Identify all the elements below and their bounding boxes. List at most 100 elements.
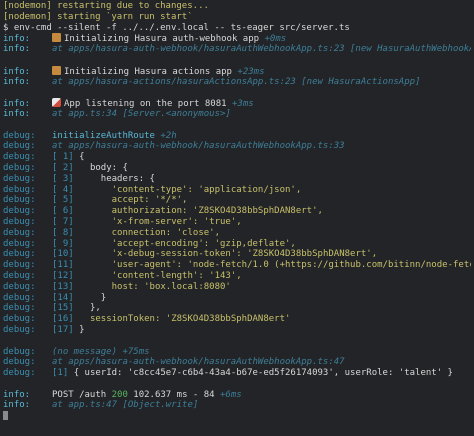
log-level: debug: bbox=[3, 152, 36, 163]
log-entry: info: App listening on the port 8081 +3ms bbox=[3, 98, 471, 109]
debug-payload-line: debug: [10] 'x-debug-session-token': 'Z8S… bbox=[3, 249, 471, 260]
payload-text: 'content-length': '143', bbox=[79, 270, 242, 281]
debug-payload-line: debug: [14] } bbox=[3, 293, 471, 304]
log-level: debug: bbox=[3, 173, 36, 184]
log-message: (no message) bbox=[52, 346, 118, 357]
debug-payload-line: debug: [ 5] accept: '*/*', bbox=[3, 195, 471, 206]
log-level: debug: bbox=[3, 238, 36, 249]
log-level: debug: bbox=[3, 260, 36, 271]
line-index: [ 7] bbox=[52, 216, 74, 227]
log-level: debug: bbox=[3, 227, 36, 238]
line-index: [ 4] bbox=[52, 184, 74, 195]
payload-text: 'content-type': 'application/json', bbox=[79, 184, 302, 195]
debug-payload-line: debug: [16] sessionToken: 'Z8SKO4D38bbSph… bbox=[3, 314, 471, 325]
log-level: debug: bbox=[3, 368, 36, 379]
log-message: Initializing Hasura actions app bbox=[64, 66, 232, 77]
line-index: [ 9] bbox=[52, 238, 74, 249]
payload-text: { bbox=[79, 152, 85, 163]
log-message: App listening on the port 8081 bbox=[64, 99, 227, 109]
log-level: debug: bbox=[3, 357, 36, 368]
log-level: info: bbox=[3, 389, 31, 400]
log-location-line: debug: at apps/hasura-auth-webhook/hasura… bbox=[3, 357, 471, 368]
log-level: debug: bbox=[3, 303, 36, 314]
log-entry: debug: (no message) +75ms bbox=[3, 347, 471, 358]
request-method-path: POST /auth bbox=[52, 389, 107, 400]
nodemon-starting-line: [nodemon] starting `yarn run start` bbox=[3, 11, 193, 22]
log-level: debug: bbox=[3, 130, 36, 141]
log-level: debug: bbox=[3, 206, 36, 217]
line-index: [ 1] bbox=[52, 152, 74, 163]
payload-text: authorization: 'Z8SKO4D38bbSphDAN8ert', bbox=[79, 206, 323, 217]
payload-text: 'accept-encoding': 'gzip,deflate', bbox=[79, 238, 296, 249]
log-level: debug: bbox=[3, 184, 36, 195]
payload-text: 'x-debug-session-token': 'Z8SKO4D38bbSph… bbox=[79, 249, 378, 260]
line-index: [16] bbox=[52, 314, 74, 325]
log-level: debug: bbox=[3, 195, 36, 206]
log-level: info: bbox=[3, 108, 31, 119]
line-index: [10] bbox=[52, 249, 74, 260]
debug-payload-line: debug: [13] host: 'box.local:8080' bbox=[3, 282, 471, 293]
debug-payload: debug: [ 1] { debug: [ 2] body: {debug: [ 3]… bbox=[3, 152, 471, 336]
command-line: $ env-cmd --silent -f ../../.env.local -… bbox=[3, 22, 350, 33]
status-code: 200 bbox=[111, 389, 128, 400]
package-icon bbox=[52, 33, 61, 43]
line-index: [11] bbox=[52, 260, 74, 271]
payload-text: 'user-agent': 'node-fetch/1.0 (+https://… bbox=[79, 260, 471, 271]
payload-text: headers: { bbox=[79, 173, 155, 184]
log-location-line: debug: at apps/hasura-auth-webhook/hasura… bbox=[3, 141, 471, 152]
line-index: [13] bbox=[52, 281, 74, 292]
log-level: debug: bbox=[3, 216, 36, 227]
debug-payload-line: debug: [1] { userId: 'c8cc45e7-c6b4-43a4-… bbox=[3, 368, 471, 379]
debug-payload-line: debug: [11] 'user-agent': 'node-fetch/1.0… bbox=[3, 260, 471, 271]
log-message: Initializing Hasura auth-webhook app bbox=[64, 34, 260, 45]
log-location: at apps/hasura-auth-webhook/hasuraAuthWe… bbox=[52, 44, 471, 55]
debug-payload-line: debug: [ 2] body: { bbox=[3, 163, 471, 174]
log-location-line: info: at app.ts:47 [Object.write] bbox=[3, 400, 471, 411]
payload-text: body: { bbox=[79, 162, 128, 173]
prompt-line[interactable] bbox=[3, 411, 471, 422]
cursor-caret bbox=[3, 411, 8, 421]
terminal-window[interactable]: [nodemon] restarting due to changes... [… bbox=[0, 0, 474, 436]
debug-payload-line: debug: [12] 'content-length': '143', bbox=[3, 271, 471, 282]
line-index: [15] bbox=[52, 303, 74, 314]
log-entry: debug: initializeAuthRoute +2h bbox=[3, 131, 471, 142]
debug-payload-line: debug: [15] }, bbox=[3, 303, 471, 314]
debug-payload-line: debug: [ 1] { bbox=[3, 152, 471, 163]
line-index: [14] bbox=[52, 292, 74, 303]
debug-payload-line: debug: [ 4] 'content-type': 'application/… bbox=[3, 185, 471, 196]
log-level: debug: bbox=[3, 314, 36, 325]
debug-payload-line: debug: [ 6] authorization: 'Z8SKO4D38bbSp… bbox=[3, 206, 471, 217]
debug-payload-line: debug: [ 8] connection: 'close', bbox=[3, 228, 471, 239]
line-index: [ 6] bbox=[52, 206, 74, 217]
log-level: debug: bbox=[3, 346, 36, 357]
payload-text: sessionToken: 'Z8SKO4D38bbSphDAN8ert' bbox=[79, 314, 291, 325]
package-icon bbox=[52, 65, 61, 75]
debug-payload-line: debug: [ 9] 'accept-encoding': 'gzip,defl… bbox=[3, 239, 471, 250]
log-location: at app.ts:47 [Object.write] bbox=[52, 400, 199, 411]
log-level: debug: bbox=[3, 281, 36, 292]
line-index: [12] bbox=[52, 270, 74, 281]
debug-payload-line: debug: [ 3] headers: { bbox=[3, 174, 471, 185]
log-level: info: bbox=[3, 44, 31, 55]
payload-text: } bbox=[79, 292, 107, 303]
log-level: info: bbox=[3, 34, 31, 45]
debug-payload-line: debug: [ 7] 'x-from-server': 'true', bbox=[3, 217, 471, 228]
log-level: info: bbox=[3, 66, 31, 77]
elapsed-time: +3ms bbox=[231, 99, 254, 109]
log-level: debug: bbox=[3, 141, 36, 152]
line-index: [17] bbox=[52, 324, 74, 335]
payload-text: host: 'box.local:8080' bbox=[79, 281, 231, 292]
log-location: at apps/hasura-actions/hasuraActionsApp.… bbox=[52, 76, 421, 87]
payload-text: { userId: 'c8cc45e7-c6b4-43a4-b67e-ed5f2… bbox=[73, 368, 453, 379]
log-location: at app.ts:34 [Server.<anonymous>] bbox=[52, 108, 231, 119]
elapsed-time: +75ms bbox=[122, 346, 150, 357]
elapsed-time: +6ms bbox=[220, 389, 242, 400]
log-level: info: bbox=[3, 76, 31, 87]
rocket-icon bbox=[52, 98, 61, 108]
log-level: debug: bbox=[3, 162, 36, 173]
log-location-line: info: at apps/hasura-auth-webhook/hasuraA… bbox=[3, 44, 471, 55]
line-index: [ 2] bbox=[52, 162, 74, 173]
log-entry: info: POST /auth 200 102.637 ms - 84 +6ms bbox=[3, 390, 471, 401]
log-level: debug: bbox=[3, 249, 36, 260]
log-location: at apps/hasura-auth-webhook/hasuraAuthWe… bbox=[52, 357, 345, 368]
